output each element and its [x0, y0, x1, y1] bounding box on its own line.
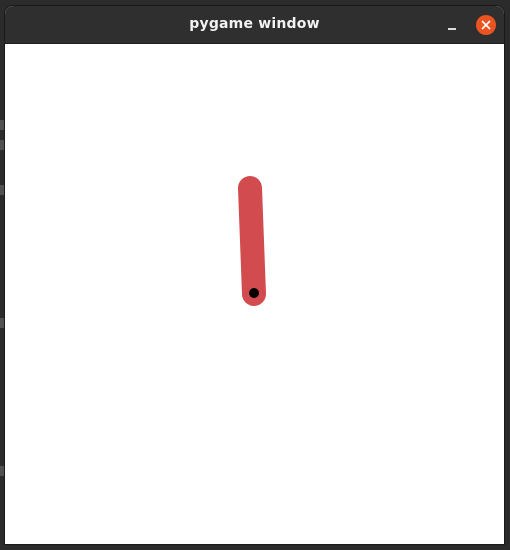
close-button[interactable]: [476, 15, 496, 35]
title-bar[interactable]: pygame window: [5, 6, 504, 44]
background-window-edge: [0, 120, 4, 130]
game-scene: [238, 176, 266, 306]
close-icon: [481, 20, 491, 30]
background-window-edge: [0, 318, 4, 328]
pendulum-bob: [249, 288, 259, 298]
pendulum-rod: [238, 176, 266, 306]
background-window-edge: [0, 185, 4, 195]
minimize-icon: [448, 28, 456, 30]
background-window-edge: [0, 140, 4, 150]
window-title: pygame window: [189, 16, 320, 32]
background-window-edge: [0, 466, 4, 476]
minimize-button[interactable]: [442, 15, 462, 35]
pygame-window: pygame window: [5, 6, 504, 544]
game-canvas[interactable]: [5, 44, 504, 544]
